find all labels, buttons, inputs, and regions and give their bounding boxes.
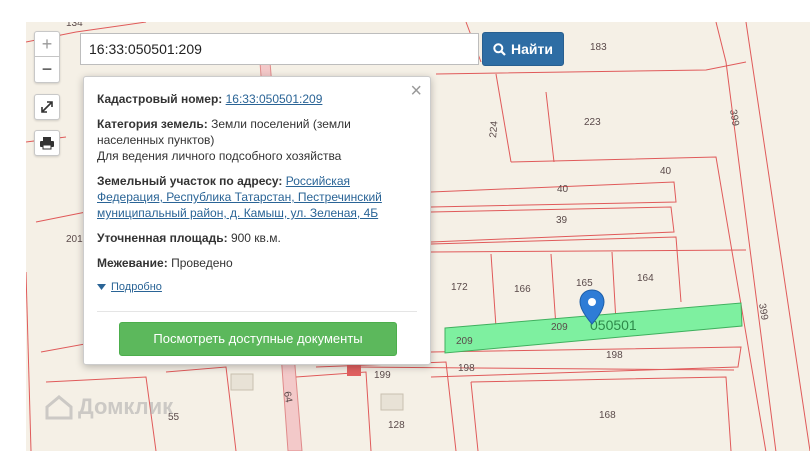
parcel-label: 128 xyxy=(388,420,405,431)
parcel-label: 224 xyxy=(488,120,500,138)
fullscreen-button[interactable] xyxy=(34,94,60,120)
parcel-label: 399 xyxy=(727,109,741,128)
land-category-row: Категория земель: Земли поселений (земли… xyxy=(97,116,416,164)
house-logo-icon xyxy=(45,395,73,420)
area-row: Уточненная площадь: 900 кв.м. xyxy=(97,230,416,246)
parcel-label: 201 xyxy=(66,234,83,245)
parcel-label: 168 xyxy=(599,410,616,421)
parcel-label: 165 xyxy=(576,278,593,289)
building xyxy=(380,393,404,411)
area-label: Уточненная площадь: xyxy=(97,231,228,245)
area-value: 900 кв.м. xyxy=(230,231,281,245)
address-label: Земельный участок по адресу: xyxy=(97,174,283,188)
cadastral-number-label: Кадастровый номер: xyxy=(97,92,223,106)
land-category-label: Категория земель: xyxy=(97,117,208,131)
parcel-label: 134 xyxy=(66,22,83,29)
search-button-label: Найти xyxy=(511,41,553,57)
quarter-label: 050501 xyxy=(590,317,637,333)
zoom-out-button[interactable]: − xyxy=(34,57,60,83)
building xyxy=(230,373,254,391)
close-icon[interactable]: × xyxy=(410,81,422,101)
search-icon xyxy=(493,42,506,56)
parcel-label: 172 xyxy=(451,282,468,293)
expand-icon xyxy=(41,101,53,113)
parcel-label: 40 xyxy=(557,184,569,195)
parcel-label: 198 xyxy=(458,363,475,374)
watermark-text: Домклик xyxy=(78,394,174,419)
parcel-label: 223 xyxy=(584,117,601,128)
land-usage-value: Для ведения личного подсобного хозяйства xyxy=(97,149,342,163)
parcel-label: 198 xyxy=(606,350,623,361)
divider xyxy=(97,311,417,312)
details-link[interactable]: Подробно xyxy=(111,279,162,295)
view-documents-button[interactable]: Посмотреть доступные документы xyxy=(119,322,397,356)
search-button[interactable]: Найти xyxy=(482,32,564,66)
print-button[interactable] xyxy=(34,130,60,156)
building-marker xyxy=(347,364,361,376)
parcel-label: 40 xyxy=(660,166,672,177)
survey-row: Межевание: Проведено xyxy=(97,255,416,271)
parcel-info-popup: × Кадастровый номер: 16:33:050501:209 Ка… xyxy=(83,76,431,365)
domclick-watermark: Домклик xyxy=(44,394,173,420)
printer-icon xyxy=(40,137,54,150)
parcel-label: 166 xyxy=(514,284,531,295)
caret-down-icon xyxy=(97,284,106,290)
parcel-label: 209 xyxy=(551,322,568,333)
parcel-label: 183 xyxy=(590,42,607,53)
cadastral-number-link[interactable]: 16:33:050501:209 xyxy=(226,92,323,106)
details-toggle[interactable]: Подробно xyxy=(97,279,416,295)
survey-value: Проведено xyxy=(171,256,233,270)
parcel-label: 399 xyxy=(756,303,770,322)
address-row: Земельный участок по адресу: Российская … xyxy=(97,173,416,221)
zoom-in-button[interactable]: + xyxy=(34,31,60,57)
survey-label: Межевание: xyxy=(97,256,168,270)
search-input[interactable]: 16:33:050501:209 xyxy=(80,33,479,65)
parcel-label: 164 xyxy=(637,273,654,284)
parcel-label: 209 xyxy=(456,336,473,347)
parcel-label: 199 xyxy=(374,370,391,381)
cadastral-number-row: Кадастровый номер: 16:33:050501:209 xyxy=(97,91,416,107)
parcel-label: 39 xyxy=(556,215,568,226)
